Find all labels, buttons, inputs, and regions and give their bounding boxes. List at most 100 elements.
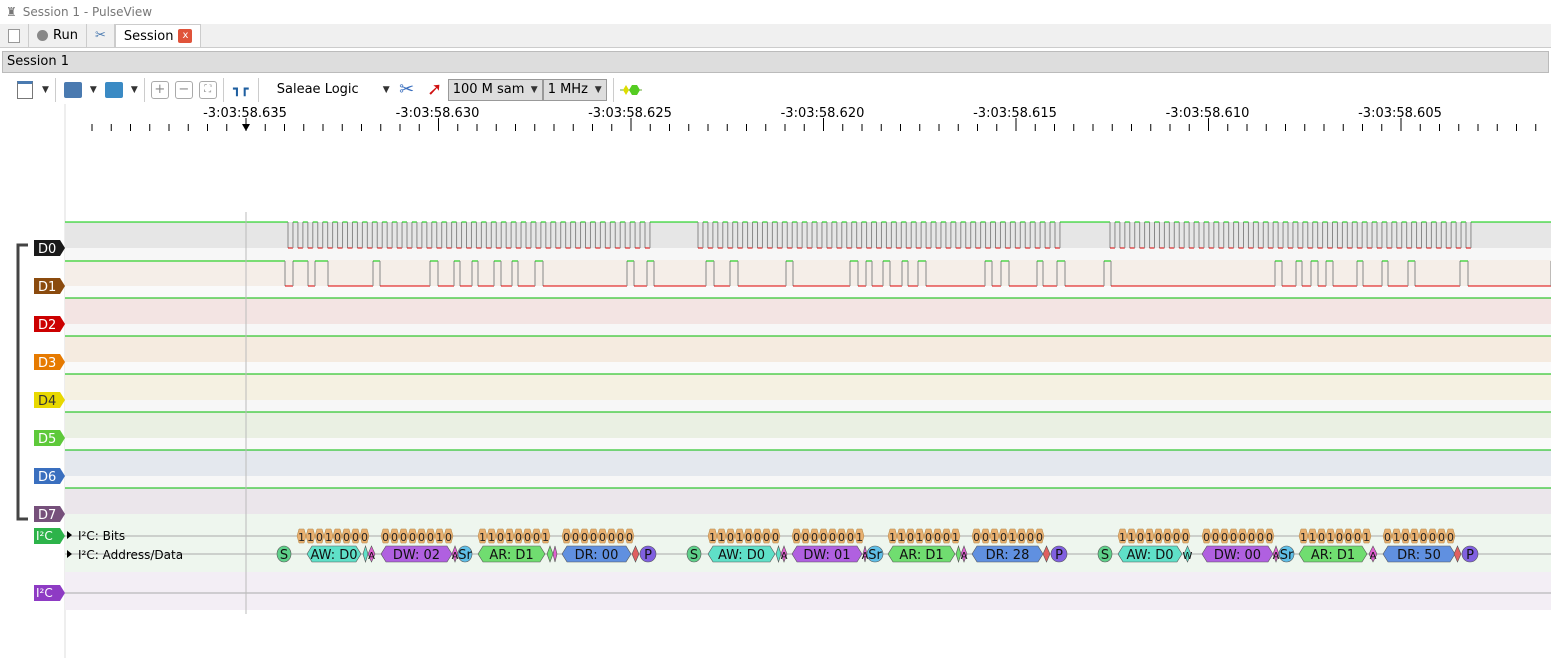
svg-text:0: 0 bbox=[811, 531, 818, 544]
annotation-ar-d1[interactable]: AR: D1 bbox=[477, 545, 546, 563]
svg-text:1: 1 bbox=[952, 531, 959, 544]
bit-annotation: 1 bbox=[1391, 528, 1402, 544]
annotation-sr[interactable]: Sr bbox=[457, 545, 472, 563]
trace-view[interactable]: -3:03:58.635 -3:03:58.630 -3:03:58.625 -3:0… bbox=[0, 104, 1551, 658]
settings-tab[interactable]: ✂ bbox=[87, 24, 115, 47]
zoom-out-icon[interactable]: − bbox=[174, 80, 193, 99]
svg-text:1: 1 bbox=[307, 531, 314, 544]
bit-annotation: 1 bbox=[540, 528, 551, 544]
samplerate-select[interactable]: 1 MHz ▼ bbox=[542, 78, 607, 101]
cursor-icon[interactable]: ┓┏ bbox=[230, 79, 252, 101]
bit-annotation: 0 bbox=[1210, 528, 1221, 544]
new-tab-button[interactable] bbox=[0, 24, 29, 47]
svg-text:0: 0 bbox=[1018, 531, 1025, 544]
bit-annotation: 0 bbox=[1334, 528, 1345, 544]
svg-text:1: 1 bbox=[709, 531, 716, 544]
svg-text:0: 0 bbox=[1164, 531, 1171, 544]
annotation-ar-d1[interactable]: AR: D1 bbox=[1298, 545, 1368, 563]
svg-text:0: 0 bbox=[497, 531, 504, 544]
svg-text:I²C: I²C bbox=[36, 586, 53, 600]
annotation-aw-d0[interactable]: AW: D0 bbox=[1117, 545, 1183, 563]
svg-text:0: 0 bbox=[1345, 531, 1352, 544]
annotation-ar-d1[interactable]: AR: D1 bbox=[887, 545, 956, 563]
channel-label-d5[interactable]: D5 bbox=[34, 430, 65, 447]
chevron-down-icon[interactable]: ▼ bbox=[42, 85, 49, 95]
open-icon[interactable] bbox=[62, 79, 84, 101]
svg-text:0: 0 bbox=[391, 531, 398, 544]
svg-text:AR: D1: AR: D1 bbox=[489, 548, 533, 563]
annotation-dr-00[interactable]: DR: 00 bbox=[561, 545, 632, 563]
close-icon[interactable]: x bbox=[178, 29, 193, 43]
annotation-dw-01[interactable]: DW: 01 bbox=[791, 545, 863, 563]
svg-text:0: 0 bbox=[1000, 531, 1007, 544]
channel-label-d3[interactable]: D3 bbox=[34, 354, 65, 371]
annotation-aw-d0[interactable]: AW: D0 bbox=[306, 545, 362, 563]
probe-icon[interactable]: ➚ bbox=[424, 79, 446, 101]
svg-text:0: 0 bbox=[745, 531, 752, 544]
bit-annotation: 0 bbox=[597, 528, 608, 544]
annotation-dw-00[interactable]: DW: 00 bbox=[1201, 545, 1274, 563]
bit-annotation: 1 bbox=[950, 528, 961, 544]
bit-annotation: 1 bbox=[1409, 528, 1420, 544]
bit-annotation: 1 bbox=[734, 528, 745, 544]
svg-text:0: 0 bbox=[343, 531, 350, 544]
new-session-icon[interactable] bbox=[14, 79, 36, 101]
chevron-down-icon[interactable]: ▼ bbox=[383, 85, 390, 95]
device-config-icon[interactable]: ✂ bbox=[396, 79, 418, 101]
channel-label-d4[interactable]: D4 bbox=[34, 392, 65, 409]
bit-annotation: 1 bbox=[989, 528, 1000, 544]
ruler-label: -3:03:58.630 bbox=[396, 106, 480, 121]
annotation-dw-02[interactable]: DW: 02 bbox=[380, 545, 453, 563]
save-icon[interactable] bbox=[103, 79, 125, 101]
svg-text:Sr: Sr bbox=[1280, 548, 1294, 563]
bit-annotation: 0 bbox=[615, 528, 626, 544]
decoder-label[interactable]: I²C bbox=[34, 585, 65, 601]
divider bbox=[143, 77, 145, 102]
bit-annotation: 0 bbox=[1418, 528, 1429, 544]
sample-count-select[interactable]: 100 M samp ▼ bbox=[447, 78, 543, 101]
device-selector[interactable]: Saleae Logic bbox=[277, 82, 377, 97]
annotation-sr[interactable]: Sr bbox=[1278, 545, 1295, 563]
bit-annotation: 0 bbox=[314, 528, 325, 544]
samplerate-value: 1 MHz bbox=[547, 82, 588, 97]
tab-bar: Run ✂ Session x bbox=[0, 24, 1551, 48]
svg-text:0: 0 bbox=[838, 531, 845, 544]
svg-text:0: 0 bbox=[572, 531, 579, 544]
bit-annotation: 0 bbox=[980, 528, 991, 544]
svg-text:0: 0 bbox=[820, 531, 827, 544]
annotation-dr-50[interactable]: DR: 50 bbox=[1382, 545, 1456, 563]
svg-text:0: 0 bbox=[1336, 531, 1343, 544]
channel-label-d1[interactable]: D1 bbox=[34, 278, 65, 295]
svg-text:0: 0 bbox=[515, 531, 522, 544]
svg-text:0: 0 bbox=[599, 531, 606, 544]
run-label: Run bbox=[53, 28, 78, 43]
channel-label-d0[interactable]: D0 bbox=[34, 240, 65, 257]
ruler-label: -3:03:58.625 bbox=[588, 106, 672, 121]
svg-text:1: 1 bbox=[856, 531, 863, 544]
chevron-down-icon[interactable]: ▼ bbox=[90, 85, 97, 95]
zoom-fit-icon[interactable]: ⛶ bbox=[198, 80, 217, 99]
channel-label-d6[interactable]: D6 bbox=[34, 468, 65, 485]
ruler-label: -3:03:58.620 bbox=[781, 106, 865, 121]
channel-label-d7[interactable]: D7 bbox=[34, 506, 65, 523]
svg-text:DW: 01: DW: 01 bbox=[803, 548, 850, 563]
decoder-band bbox=[65, 572, 1551, 610]
chevron-down-icon[interactable]: ▼ bbox=[131, 85, 138, 95]
decoder-label[interactable]: I²C bbox=[34, 528, 65, 544]
tab-session[interactable]: Session x bbox=[114, 24, 202, 47]
channel-label-d2[interactable]: D2 bbox=[34, 316, 65, 333]
bit-annotation: 0 bbox=[1436, 528, 1447, 544]
annotation-dr-28[interactable]: DR: 28 bbox=[971, 545, 1044, 563]
zoom-in-icon[interactable]: + bbox=[150, 80, 169, 99]
bit-annotation: 0 bbox=[1264, 528, 1275, 544]
svg-text:1: 1 bbox=[1009, 531, 1016, 544]
add-decoder-icon[interactable] bbox=[619, 79, 642, 101]
svg-text:1: 1 bbox=[1393, 531, 1400, 544]
bit-annotation: 0 bbox=[570, 528, 581, 544]
annotation-aw-d0[interactable]: AW: D0 bbox=[707, 545, 776, 563]
run-button[interactable]: Run bbox=[29, 24, 87, 47]
bit-annotation: 1 bbox=[504, 528, 515, 544]
svg-text:0: 0 bbox=[907, 531, 914, 544]
annotation-sr[interactable]: Sr bbox=[866, 545, 884, 563]
bit-annotation: 0 bbox=[791, 528, 802, 544]
